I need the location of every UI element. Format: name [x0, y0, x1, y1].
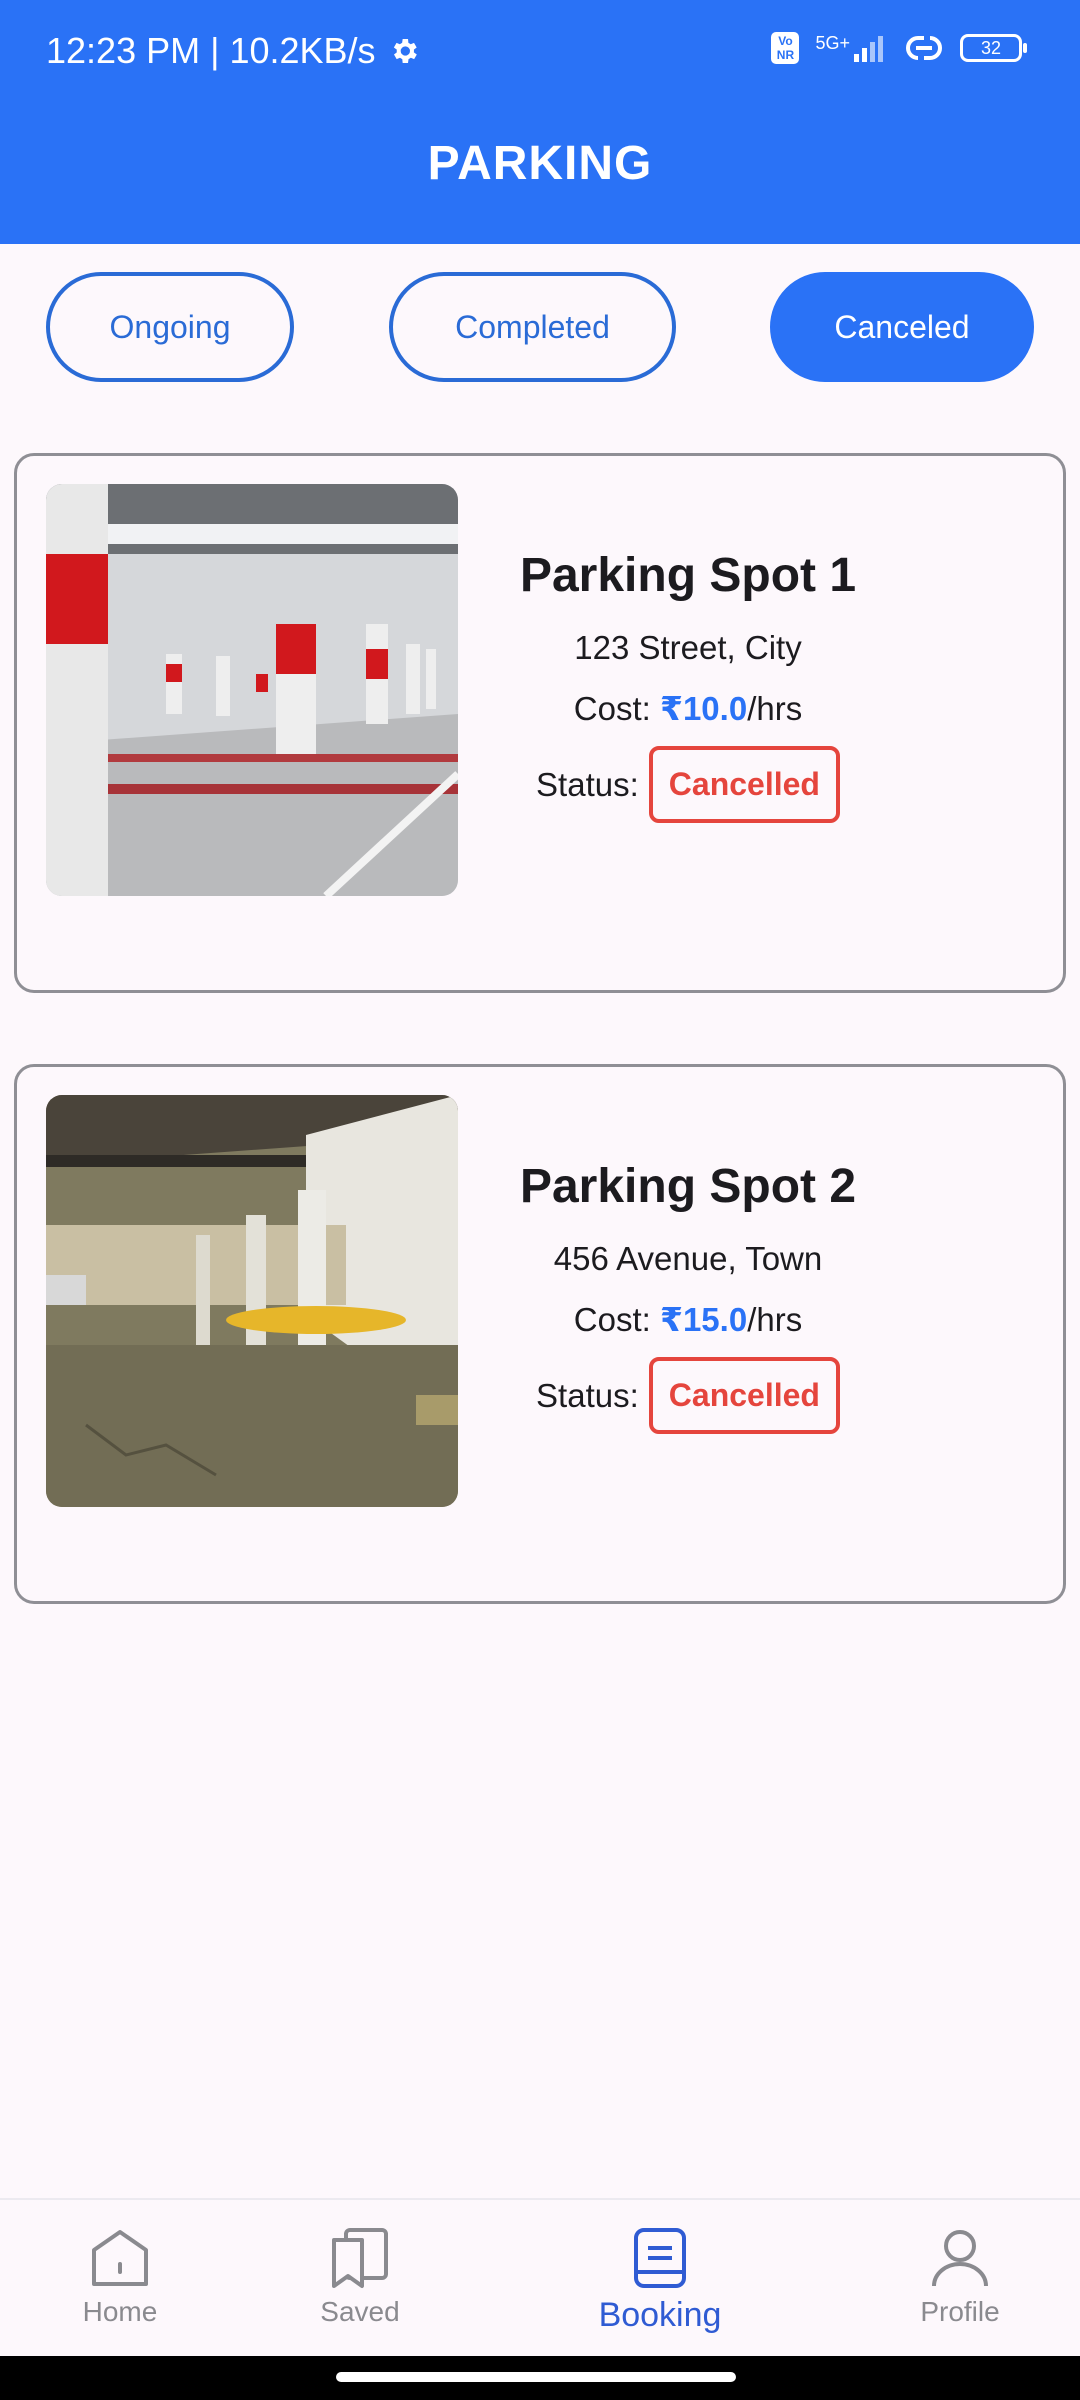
bottom-navigation: Home Saved Booking Profile: [0, 2198, 1080, 2358]
status-bar-right: Vo NR 5G+ 32: [771, 32, 1027, 64]
nav-item-home[interactable]: Home: [30, 2226, 210, 2328]
nav-label: Booking: [598, 2296, 722, 2334]
spot-cost: Cost: ₹15.0/hrs: [497, 1300, 879, 1339]
price-value: ₹10.0: [659, 690, 748, 727]
cost-label: Cost:: [573, 690, 660, 727]
spot-cost: Cost: ₹10.0/hrs: [497, 689, 879, 728]
booking-info: Parking Spot 2 456 Avenue, Town Cost: ₹1…: [497, 1159, 879, 1434]
booking-icon: [634, 2228, 686, 2288]
nav-item-profile[interactable]: Profile: [870, 2226, 1050, 2328]
price-value: ₹15.0: [659, 1301, 748, 1338]
tab-ongoing[interactable]: Ongoing: [46, 272, 294, 382]
home-icon: [92, 2230, 148, 2286]
nav-item-saved[interactable]: Saved: [270, 2226, 450, 2328]
nav-label: Profile: [920, 2296, 1000, 2327]
spot-name: Parking Spot 2: [519, 1160, 857, 1213]
parking-spot-image: [46, 1095, 458, 1507]
settings-gear-icon: [393, 39, 417, 63]
price-unit: /hrs: [747, 690, 803, 727]
link-icon: [906, 36, 942, 60]
booking-card[interactable]: Parking Spot 1 123 Street, City Cost: ₹1…: [14, 453, 1066, 993]
profile-icon: [932, 2230, 988, 2287]
status-bar-left: 12:23 PM | 10.2KB/s: [46, 30, 420, 72]
app-bar: 12:23 PM | 10.2KB/s Vo NR 5G+ 32 PARKING: [0, 0, 1080, 244]
price-unit: /hrs: [747, 1301, 803, 1338]
tab-completed[interactable]: Completed: [389, 272, 676, 382]
signal-icon: 5G+: [815, 33, 888, 62]
status-label: Status:: [536, 1376, 639, 1414]
battery-icon: 32: [960, 34, 1027, 62]
parking-garage-photo: [46, 484, 458, 896]
cost-label: Cost:: [573, 1301, 660, 1338]
nav-label: Saved: [320, 2296, 400, 2327]
spot-name: Parking Spot 1: [519, 549, 857, 602]
status-row: Status: Cancelled: [497, 1357, 879, 1434]
parking-garage-photo: [46, 1095, 458, 1507]
status-row: Status: Cancelled: [497, 746, 879, 823]
page-title: PARKING: [427, 137, 653, 190]
parking-spot-image: [46, 484, 458, 896]
nav-label: Home: [82, 2296, 158, 2327]
saved-icon: [332, 2228, 388, 2288]
spot-address: 123 Street, City: [574, 629, 802, 666]
nav-item-booking[interactable]: Booking: [570, 2226, 750, 2335]
status-badge: Cancelled: [648, 1357, 840, 1434]
gesture-handle[interactable]: [336, 2372, 736, 2382]
status-badge: Cancelled: [648, 746, 840, 823]
tab-canceled[interactable]: Canceled: [770, 272, 1034, 382]
status-label: Status:: [536, 765, 639, 803]
status-time: 12:23 PM | 10.2KB/s: [46, 30, 376, 71]
volte-icon: Vo NR: [771, 32, 800, 64]
booking-card[interactable]: Parking Spot 2 456 Avenue, Town Cost: ₹1…: [14, 1064, 1066, 1604]
booking-info: Parking Spot 1 123 Street, City Cost: ₹1…: [497, 548, 879, 823]
spot-address: 456 Avenue, Town: [553, 1240, 823, 1277]
